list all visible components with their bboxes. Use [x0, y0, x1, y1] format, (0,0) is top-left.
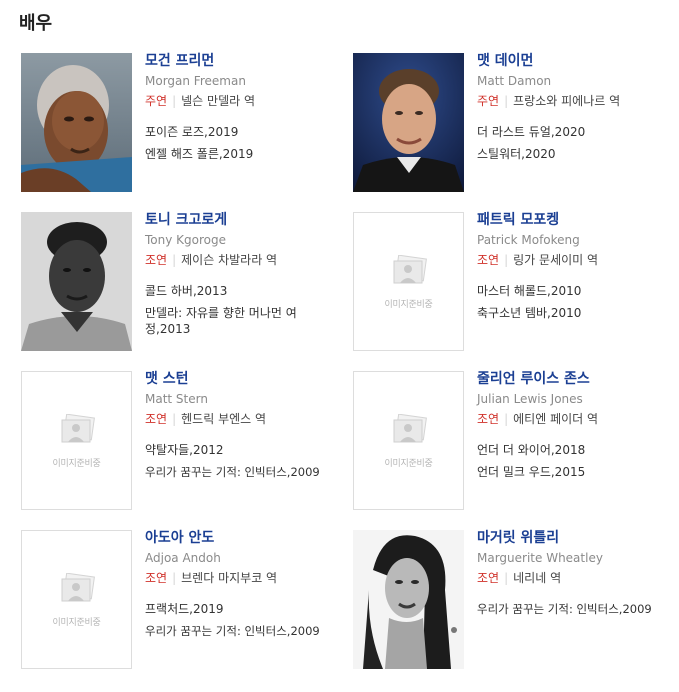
actor-card-julian-lewis-jones: 이미지준비중 줄리언 루이스 존스 Julian Lewis Jones 조연 |…	[353, 371, 679, 513]
image-placeholder-icon	[61, 573, 95, 602]
filmography-item[interactable]: 약탈자들,2012	[145, 439, 355, 461]
actor-role: 조연 | 링가 문세이미 역	[477, 252, 679, 268]
actor-role: 조연 | 네리네 역	[477, 570, 679, 586]
filmography-list: 콜드 하버,2013 만델라: 자유를 향한 머나먼 여정,2013	[145, 280, 355, 337]
actor-photo-matt-damon[interactable]	[353, 53, 464, 192]
filmography-item[interactable]: 축구소년 템바,2010	[477, 302, 679, 324]
actor-name-link[interactable]: 토니 크고로게	[145, 211, 355, 229]
actor-role: 주연 | 넬슨 만델라 역	[145, 93, 355, 109]
character-name: 에티엔 페이더 역	[513, 412, 599, 426]
role-type-badge: 조연	[145, 253, 168, 267]
section-title: 배우	[19, 13, 53, 34]
actor-card-patrick-mofokeng: 이미지준비중 패트릭 모포켕 Patrick Mofokeng 조연 | 링가 문세…	[353, 212, 679, 354]
filmography-list: 언더 더 와이어,2018 언더 밀크 우드,2015	[477, 439, 679, 483]
actor-english-name: Adjoa Andoh	[145, 551, 221, 565]
actor-card-matt-stern: 이미지준비중 맷 스턴 Matt Stern 조연 | 헨드릭 부엔스 역 약탈자들…	[21, 371, 351, 513]
role-divider: |	[504, 94, 509, 108]
role-type-badge: 조연	[477, 571, 500, 585]
filmography-item[interactable]: 우리가 꿈꾸는 기적: 인빅터스,2009	[145, 620, 355, 642]
role-divider: |	[172, 571, 177, 585]
actor-english-name: Marguerite Wheatley	[477, 551, 603, 565]
actor-photo-morgan-freeman[interactable]	[21, 53, 132, 192]
actor-name-link[interactable]: 맷 데이먼	[477, 52, 679, 70]
actor-name-link[interactable]: 모건 프리먼	[145, 52, 355, 70]
filmography-list: 마스터 해롤드,2010 축구소년 템바,2010	[477, 280, 679, 324]
character-name: 링가 문세이미 역	[513, 253, 599, 267]
role-divider: |	[504, 253, 509, 267]
actor-english-name: Patrick Mofokeng	[477, 233, 580, 247]
actor-role: 조연 | 브렌다 마지부코 역	[145, 570, 355, 586]
actor-card-matt-damon: 맷 데이먼 Matt Damon 주연 | 프랑소와 피에나르 역 더 라스트 듀얼…	[353, 53, 679, 195]
actor-english-name: Morgan Freeman	[145, 74, 246, 88]
filmography-item[interactable]: 프랙처드,2019	[145, 598, 355, 620]
actor-role: 조연 | 에티엔 페이더 역	[477, 411, 679, 427]
actor-card-adjoa-andoh: 이미지준비중 아도아 안도 Adjoa Andoh 조연 | 브렌다 마지부코 역 …	[21, 530, 351, 672]
actor-english-name: Matt Stern	[145, 392, 208, 406]
role-divider: |	[172, 253, 177, 267]
image-placeholder-icon	[393, 414, 427, 443]
character-name: 헨드릭 부엔스 역	[181, 412, 267, 426]
actor-name-link[interactable]: 패트릭 모포켕	[477, 211, 679, 229]
actor-role: 조연 | 헨드릭 부엔스 역	[145, 411, 355, 427]
actor-card-tony-kgoroge: 토니 크고로게 Tony Kgoroge 조연 | 제이슨 차발라라 역 콜드 하버…	[21, 212, 351, 354]
filmography-list: 포이즌 로즈,2019 엔젤 해즈 폴른,2019	[145, 121, 355, 165]
actor-photo-marguerite-wheatley[interactable]	[353, 530, 464, 669]
actor-name-link[interactable]: 맷 스턴	[145, 370, 355, 388]
actor-name-link[interactable]: 아도아 안도	[145, 529, 355, 547]
image-placeholder-icon	[61, 414, 95, 443]
filmography-item[interactable]: 마스터 해롤드,2010	[477, 280, 679, 302]
actor-photo-placeholder[interactable]: 이미지준비중	[21, 530, 132, 669]
actor-photo-placeholder[interactable]: 이미지준비중	[21, 371, 132, 510]
role-divider: |	[172, 412, 177, 426]
role-divider: |	[504, 412, 509, 426]
actor-english-name: Matt Damon	[477, 74, 552, 88]
role-divider: |	[504, 571, 509, 585]
character-name: 네리네 역	[513, 571, 562, 585]
filmography-item[interactable]: 포이즌 로즈,2019	[145, 121, 355, 143]
role-type-badge: 조연	[145, 571, 168, 585]
filmography-item[interactable]: 만델라: 자유를 향한 머나먼 여정,2013	[145, 305, 325, 337]
role-type-badge: 주연	[477, 94, 500, 108]
actor-role: 주연 | 프랑소와 피에나르 역	[477, 93, 679, 109]
character-name: 프랑소와 피에나르 역	[513, 94, 621, 108]
filmography-item[interactable]: 우리가 꿈꾸는 기적: 인빅터스,2009	[477, 598, 679, 620]
filmography-item[interactable]: 언더 더 와이어,2018	[477, 439, 679, 461]
actor-english-name: Tony Kgoroge	[145, 233, 226, 247]
filmography-item[interactable]: 스틸워터,2020	[477, 143, 679, 165]
actor-photo-placeholder[interactable]: 이미지준비중	[353, 212, 464, 351]
filmography-list: 우리가 꿈꾸는 기적: 인빅터스,2009	[477, 598, 679, 620]
character-name: 브렌다 마지부코 역	[181, 571, 278, 585]
character-name: 넬슨 만델라 역	[181, 94, 256, 108]
actor-photo-placeholder[interactable]: 이미지준비중	[353, 371, 464, 510]
filmography-item[interactable]: 언더 밀크 우드,2015	[477, 461, 679, 483]
filmography-list: 더 라스트 듀얼,2020 스틸워터,2020	[477, 121, 679, 165]
placeholder-text: 이미지준비중	[384, 300, 433, 310]
filmography-item[interactable]: 엔젤 해즈 폴른,2019	[145, 143, 355, 165]
actor-name-link[interactable]: 마거릿 위틀리	[477, 529, 679, 547]
actor-card-marguerite-wheatley: 마거릿 위틀리 Marguerite Wheatley 조연 | 네리네 역 우리가…	[353, 530, 679, 672]
filmography-list: 프랙처드,2019 우리가 꿈꾸는 기적: 인빅터스,2009	[145, 598, 355, 642]
placeholder-text: 이미지준비중	[384, 459, 433, 469]
actor-english-name: Julian Lewis Jones	[477, 392, 583, 406]
role-type-badge: 조연	[477, 412, 500, 426]
placeholder-text: 이미지준비중	[52, 618, 101, 628]
filmography-list: 약탈자들,2012 우리가 꿈꾸는 기적: 인빅터스,2009	[145, 439, 355, 483]
role-type-badge: 주연	[145, 94, 168, 108]
role-divider: |	[172, 94, 177, 108]
role-type-badge: 조연	[145, 412, 168, 426]
placeholder-text: 이미지준비중	[52, 459, 101, 469]
actor-role: 조연 | 제이슨 차발라라 역	[145, 252, 355, 268]
actor-card-morgan-freeman: 모건 프리먼 Morgan Freeman 주연 | 넬슨 만델라 역 포이즌 로즈…	[21, 53, 351, 195]
role-type-badge: 조연	[477, 253, 500, 267]
actor-photo-tony-kgoroge[interactable]	[21, 212, 132, 351]
image-placeholder-icon	[393, 255, 427, 284]
filmography-item[interactable]: 우리가 꿈꾸는 기적: 인빅터스,2009	[145, 461, 355, 483]
character-name: 제이슨 차발라라 역	[181, 253, 278, 267]
filmography-item[interactable]: 더 라스트 듀얼,2020	[477, 121, 679, 143]
filmography-item[interactable]: 콜드 하버,2013	[145, 280, 355, 302]
actor-name-link[interactable]: 줄리언 루이스 존스	[477, 370, 679, 388]
